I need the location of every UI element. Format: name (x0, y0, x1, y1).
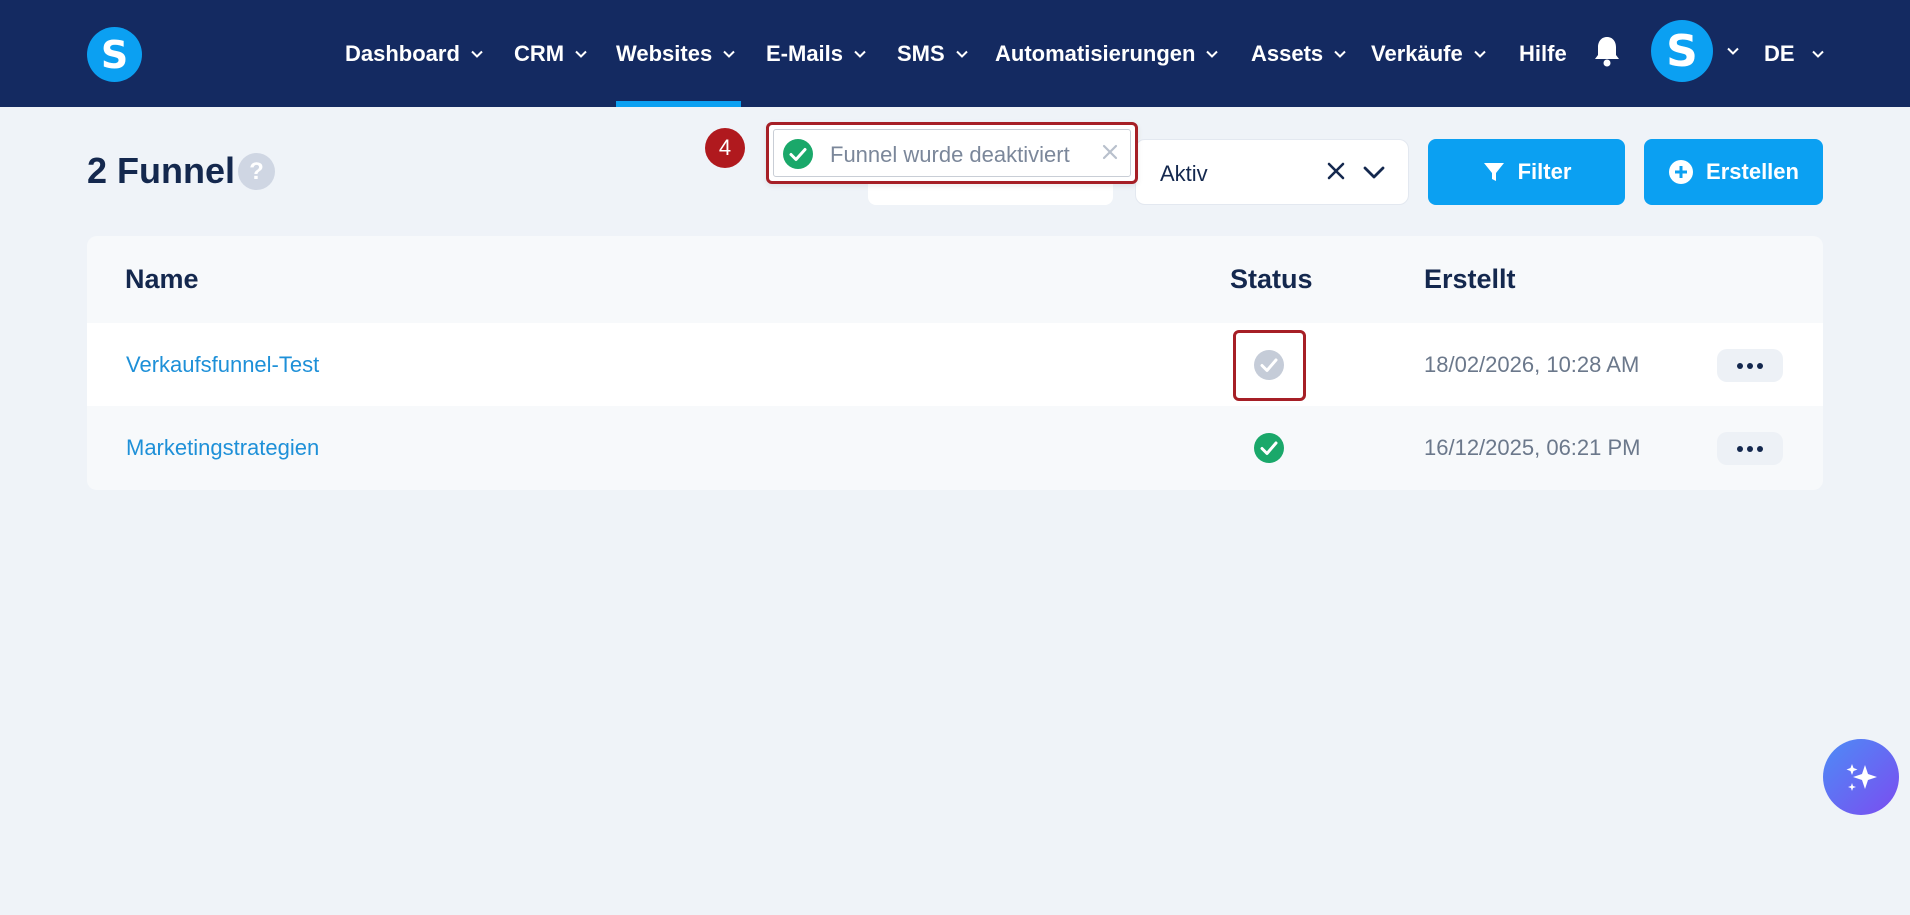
logo-letter: S (100, 32, 129, 77)
top-navbar: S Dashboard CRM Websites E-Mails SMS Aut… (0, 0, 1910, 107)
filter-icon (1483, 163, 1504, 181)
user-avatar[interactable]: S (1651, 20, 1713, 82)
close-icon[interactable] (1100, 142, 1120, 162)
chevron-down-icon[interactable] (1726, 44, 1740, 58)
ai-assistant-button[interactable] (1823, 739, 1899, 815)
chevron-down-icon[interactable] (1361, 159, 1387, 185)
nav-active-indicator (616, 101, 741, 107)
row-actions-button[interactable] (1717, 432, 1783, 465)
toast-message: Funnel wurde deaktiviert (830, 142, 1070, 167)
column-header-status[interactable]: Status (1230, 264, 1313, 295)
sparkles-icon (1846, 764, 1877, 791)
chevron-down-icon (575, 50, 587, 58)
brand-logo[interactable]: S (87, 27, 142, 82)
help-icon[interactable]: ? (238, 153, 275, 190)
nav-websites-label: Websites (616, 40, 713, 66)
nav-verkaeufe-label: Verkäufe (1371, 40, 1463, 66)
table-row: Verkaufsfunnel-Test 18/02/2026, 10:28 AM (87, 323, 1823, 406)
status-active-icon[interactable] (1253, 432, 1285, 464)
chevron-down-icon (1334, 50, 1346, 58)
nav-sms[interactable]: SMS (897, 0, 969, 107)
status-select[interactable]: Aktiv (1135, 139, 1409, 205)
nav-crm[interactable]: CRM (514, 0, 588, 107)
funnel-table: Name Status Erstellt Verkaufsfunnel-Test… (87, 236, 1823, 490)
column-header-created[interactable]: Erstellt (1424, 264, 1516, 295)
bell-icon[interactable] (1592, 34, 1622, 68)
nav-sms-label: SMS (897, 40, 945, 66)
nav-assets-label: Assets (1251, 40, 1324, 66)
row-actions-button[interactable] (1717, 349, 1783, 382)
language-selector[interactable]: DE (1764, 0, 1825, 107)
language-label: DE (1764, 40, 1795, 66)
chevron-down-icon (471, 50, 483, 58)
nav-websites[interactable]: Websites (616, 0, 736, 107)
step-number: 4 (718, 135, 732, 160)
chevron-down-icon (1206, 50, 1219, 58)
funnel-name-link[interactable]: Marketingstrategien (126, 435, 319, 461)
nav-verkaeufe[interactable]: Verkäufe (1371, 0, 1487, 107)
step-badge: 4 (705, 128, 745, 168)
column-header-name[interactable]: Name (125, 264, 199, 295)
created-date: 18/02/2026, 10:28 AM (1424, 352, 1640, 377)
plus-circle-icon (1669, 160, 1694, 184)
chevron-down-icon (955, 50, 968, 58)
filter-button-label: Filter (1517, 159, 1572, 184)
page-title: 2 Funnel (87, 150, 236, 191)
clear-icon[interactable] (1324, 159, 1348, 183)
nav-crm-label: CRM (514, 40, 565, 66)
create-button[interactable]: Erstellen (1644, 139, 1823, 205)
status-select-value: Aktiv (1160, 161, 1208, 186)
chevron-down-icon (1811, 50, 1824, 58)
nav-hilfe-label: Hilfe (1519, 40, 1567, 66)
chevron-down-icon (854, 50, 866, 58)
chevron-down-icon (723, 50, 735, 58)
help-symbol: ? (249, 157, 264, 185)
status-inactive-icon[interactable] (1253, 349, 1285, 381)
nav-automatisierungen-label: Automatisierungen (995, 40, 1196, 66)
chevron-down-icon (1474, 50, 1486, 58)
nav-emails-label: E-Mails (766, 40, 844, 66)
more-icon (1737, 445, 1763, 452)
more-icon (1737, 362, 1763, 369)
nav-assets[interactable]: Assets (1251, 0, 1347, 107)
nav-dashboard-label: Dashboard (345, 40, 460, 66)
nav-emails[interactable]: E-Mails (766, 0, 867, 107)
create-button-label: Erstellen (1706, 159, 1799, 184)
check-circle-icon (783, 139, 813, 169)
nav-dashboard[interactable]: Dashboard (345, 0, 484, 107)
avatar-letter: S (1666, 25, 1698, 77)
funnel-name-link[interactable]: Verkaufsfunnel-Test (126, 352, 319, 378)
filter-button[interactable]: Filter (1428, 139, 1625, 205)
created-date: 16/12/2025, 06:21 PM (1424, 435, 1641, 460)
table-row: Marketingstrategien 16/12/2025, 06:21 PM (87, 406, 1823, 489)
nav-hilfe[interactable]: Hilfe (1519, 0, 1567, 107)
nav-automatisierungen[interactable]: Automatisierungen (995, 0, 1219, 107)
toast-notification: Funnel wurde deaktiviert (766, 122, 1138, 184)
